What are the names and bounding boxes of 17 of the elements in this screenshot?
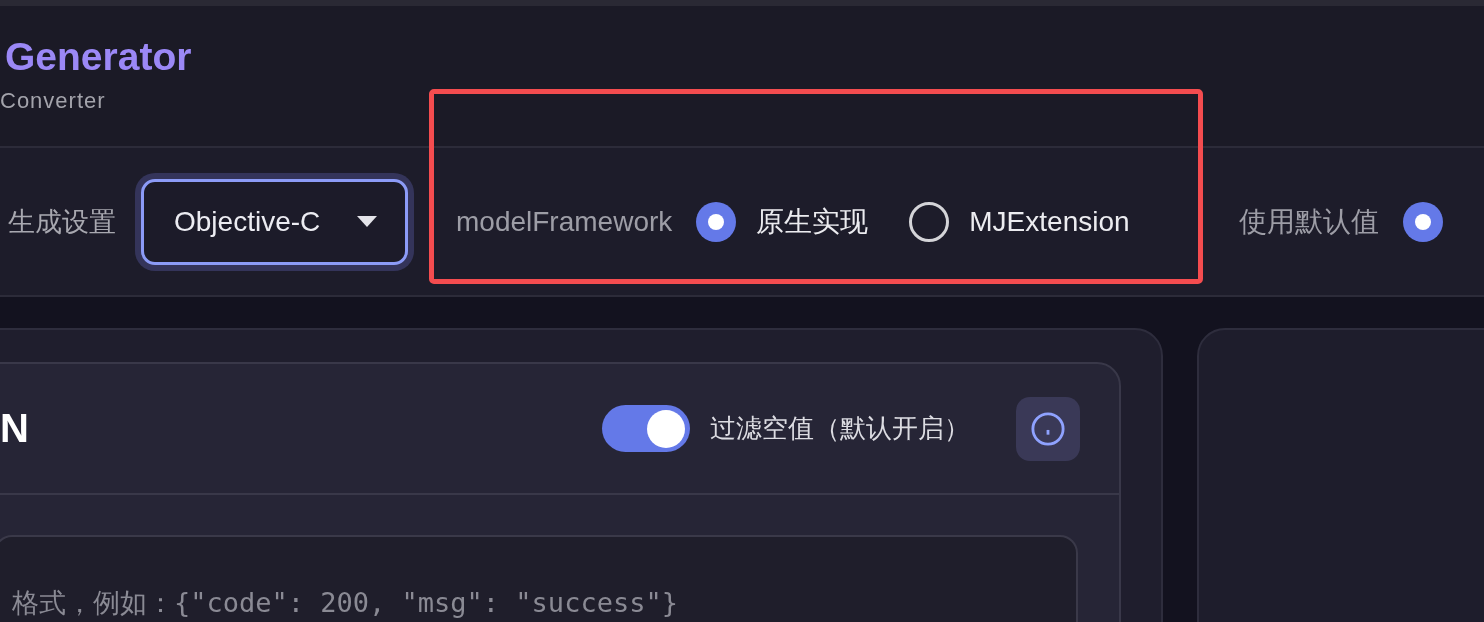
radio-label[interactable]: 原生实现 [756, 202, 869, 241]
panel-title: N [0, 406, 30, 451]
group-label: modelFramework [456, 205, 673, 238]
app-subtitle: Converter [0, 87, 107, 115]
radio-button[interactable] [909, 201, 950, 242]
caret-icon [357, 216, 377, 227]
radio-label[interactable]: MJExtension [969, 205, 1130, 238]
info-icon [1031, 411, 1065, 446]
radio-button[interactable] [696, 201, 737, 242]
json-input-field[interactable]: 格式，例如：{"code": 200, "msg": "success"} [0, 535, 1078, 622]
info-button[interactable] [1016, 396, 1080, 461]
radio-button[interactable] [1402, 201, 1443, 242]
group-label: 使用默认值 [1238, 204, 1379, 239]
settings-label: 生成设置 [8, 205, 116, 239]
toggle-switch[interactable] [602, 405, 690, 452]
app-title: Generator [5, 34, 193, 80]
toggle-label: 过滤空值（默认开启） [710, 412, 970, 445]
